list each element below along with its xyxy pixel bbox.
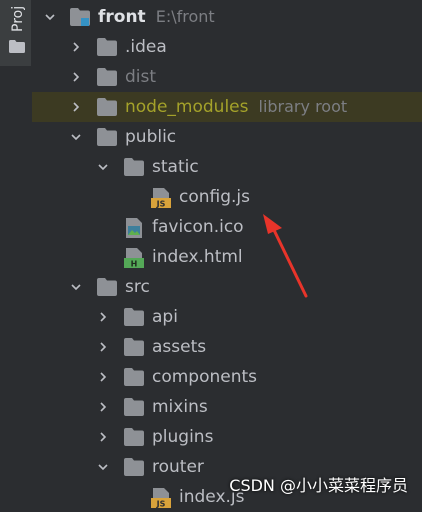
annotation-arrow-icon <box>263 214 308 298</box>
watermark: CSDN @小小菜菜程序员 <box>229 476 408 495</box>
